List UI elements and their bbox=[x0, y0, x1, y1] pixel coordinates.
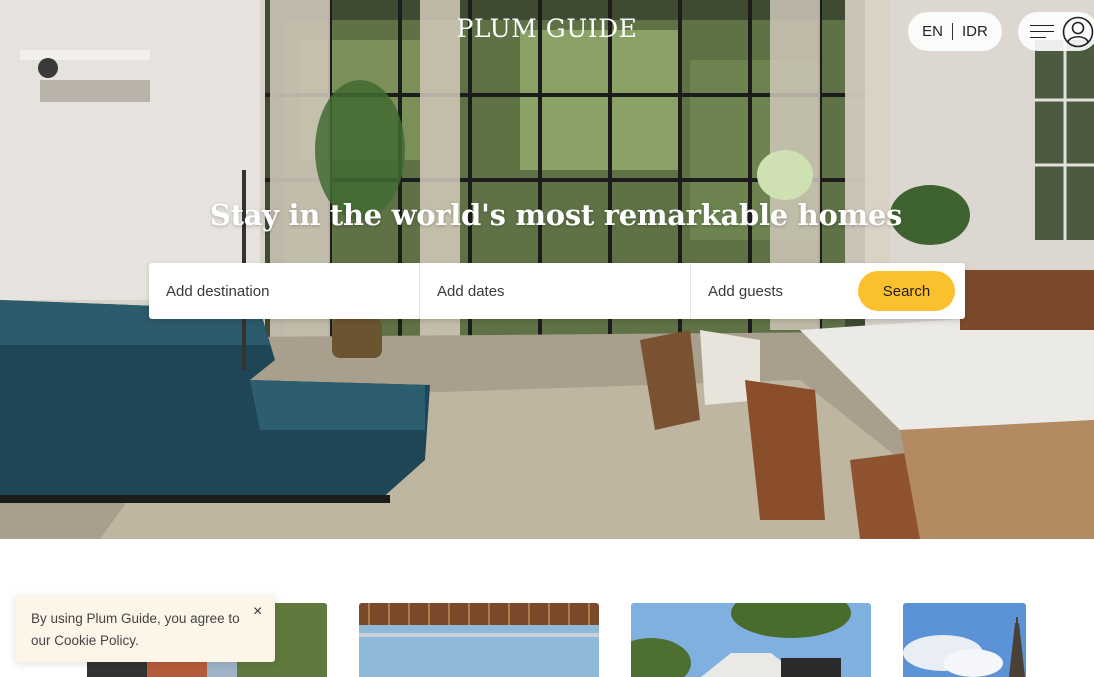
listing-image bbox=[903, 603, 1026, 677]
divider bbox=[952, 23, 953, 40]
listing-card[interactable] bbox=[359, 603, 599, 677]
guests-field[interactable]: Add guests bbox=[691, 263, 855, 319]
destination-field[interactable]: Add destination bbox=[149, 263, 420, 319]
hero-headline: Stay in the world's most remarkable home… bbox=[209, 198, 903, 232]
cookie-text: By using Plum Guide, you agree to our Co… bbox=[31, 611, 240, 648]
listing-image bbox=[631, 603, 871, 677]
hero-banner: PLUM GUIDE EN IDR Stay in the world's mo… bbox=[0, 0, 1094, 539]
hamburger-icon bbox=[1030, 24, 1054, 40]
listing-card[interactable] bbox=[631, 603, 871, 677]
account-menu-button[interactable] bbox=[1018, 12, 1094, 51]
dates-field[interactable]: Add dates bbox=[420, 263, 691, 319]
search-bar: Add destination Add dates Add guests Sea… bbox=[149, 263, 965, 319]
language-label: EN bbox=[922, 23, 943, 40]
currency-label: IDR bbox=[962, 23, 988, 40]
close-icon[interactable]: × bbox=[253, 601, 262, 623]
listing-image bbox=[359, 603, 599, 677]
listing-card[interactable] bbox=[903, 603, 1026, 677]
search-button[interactable]: Search bbox=[858, 271, 955, 311]
user-icon bbox=[1062, 16, 1094, 47]
language-currency-switcher[interactable]: EN IDR bbox=[908, 12, 1002, 51]
cookie-banner: By using Plum Guide, you agree to our Co… bbox=[15, 595, 275, 662]
